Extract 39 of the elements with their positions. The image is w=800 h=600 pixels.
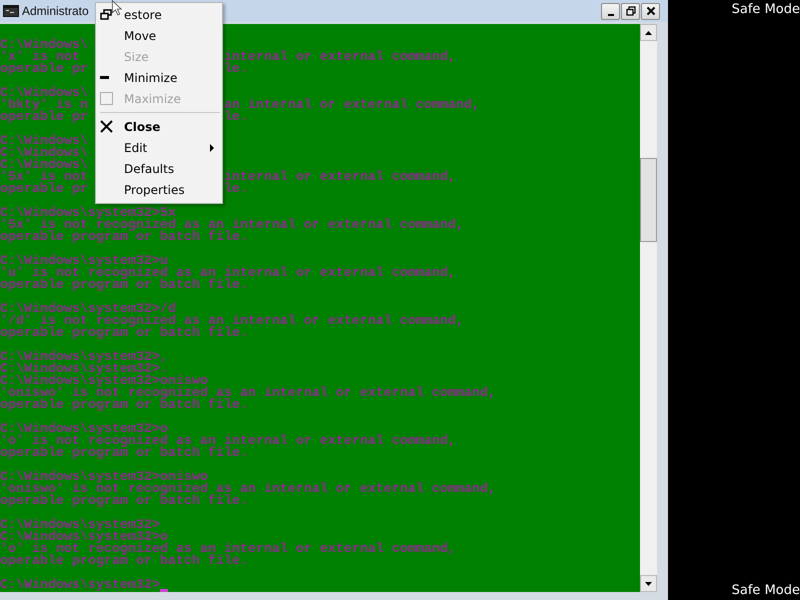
menu-item[interactable]: Defaults: [96, 158, 222, 179]
minimize-button[interactable]: [601, 2, 620, 20]
menu-item[interactable]: Move: [96, 25, 222, 46]
maximize-icon: [100, 92, 113, 105]
up-arrow-icon: [645, 30, 652, 34]
console-text: le.: [224, 112, 248, 124]
restore-icon: [626, 6, 636, 16]
restore-button[interactable]: [621, 2, 640, 20]
scroll-up-button[interactable]: [640, 24, 657, 41]
console-text: C:\Windows\system32>: [0, 578, 160, 592]
menu-item[interactable]: Edit: [96, 137, 222, 158]
close-icon: [646, 6, 656, 16]
safe-mode-label: Safe Mode: [732, 583, 800, 598]
minimize-icon: [608, 14, 614, 16]
console-text: operable pr: [0, 110, 88, 125]
menu-item[interactable]: Minimize: [96, 67, 222, 88]
mouse-pointer-icon: [112, 0, 122, 16]
scrollbar-thumb[interactable]: [640, 158, 657, 242]
console-text: internal or external command,: [224, 172, 456, 184]
console-text: operable pr: [0, 182, 88, 197]
menu-item[interactable]: Properties: [96, 179, 222, 200]
submenu-arrow-icon: [210, 144, 214, 152]
console-icon: [3, 5, 19, 17]
down-arrow-icon: [645, 582, 652, 586]
menu-item[interactable]: estore: [96, 4, 222, 25]
safe-mode-label: Safe Mode: [732, 2, 800, 17]
vertical-scrollbar[interactable]: [640, 24, 657, 592]
console-text: le.: [224, 64, 248, 76]
close-icon: [100, 120, 113, 133]
close-button[interactable]: [641, 2, 660, 20]
console-text: operable pr: [0, 62, 88, 77]
console-text: le.: [224, 184, 248, 196]
window-title: Administrato: [22, 4, 89, 18]
menu-item[interactable]: Close: [96, 116, 222, 137]
console-text: an internal or external command,: [224, 100, 480, 112]
minimize-icon: [100, 76, 109, 79]
console-text: internal or external command,: [224, 52, 456, 64]
scroll-down-button[interactable]: [640, 575, 657, 592]
restore-icon: [100, 9, 112, 20]
